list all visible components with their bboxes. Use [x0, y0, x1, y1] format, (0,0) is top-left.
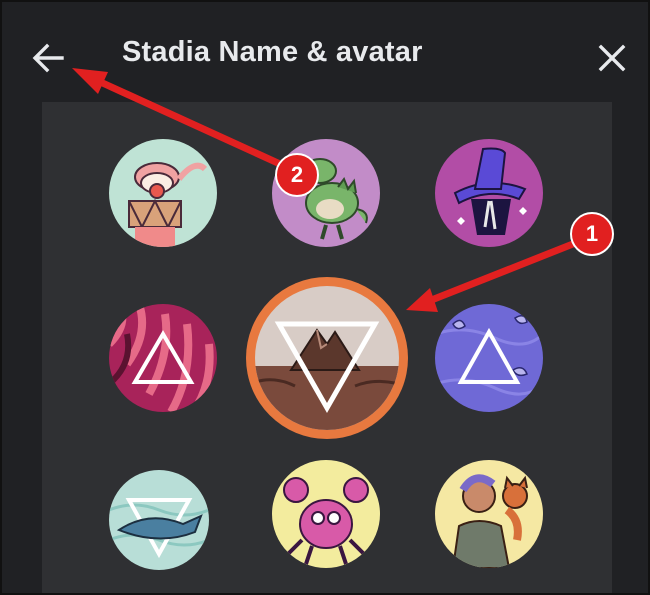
top-bar: Stadia Name & avatar	[2, 2, 648, 102]
avatar-mountain-triangle-selected[interactable]	[255, 286, 399, 430]
wizard-hat-illustration	[435, 139, 543, 247]
close-icon	[598, 44, 626, 72]
pink-crab-illustration	[272, 460, 380, 568]
avatar-pink-flames-triangle[interactable]	[109, 304, 217, 412]
pink-flames-triangle-illustration	[109, 304, 217, 412]
close-button[interactable]	[594, 40, 630, 76]
avatar-blue-leaves-triangle[interactable]	[435, 304, 543, 412]
avatar-pink-crab[interactable]	[272, 460, 380, 568]
blue-leaves-triangle-illustration	[435, 304, 543, 412]
avatar-whale-triangle[interactable]	[109, 470, 209, 570]
annotation-badge-2: 2	[275, 153, 319, 197]
avatar-person-with-cat[interactable]	[435, 460, 543, 568]
annotation-badge-1: 1	[570, 212, 614, 256]
whale-triangle-illustration	[109, 470, 209, 570]
mountain-triangle-illustration	[255, 286, 399, 430]
clown-with-drum-illustration	[109, 139, 217, 247]
arrow-left-icon	[32, 43, 64, 73]
person-with-cat-illustration	[435, 460, 543, 568]
back-button[interactable]	[28, 38, 68, 78]
page-title: Stadia Name & avatar	[122, 36, 423, 68]
app-frame: Stadia Name & avatar 1 2	[0, 0, 650, 595]
avatar-clown-with-drum[interactable]	[109, 139, 217, 247]
avatar-wizard-hat[interactable]	[435, 139, 543, 247]
